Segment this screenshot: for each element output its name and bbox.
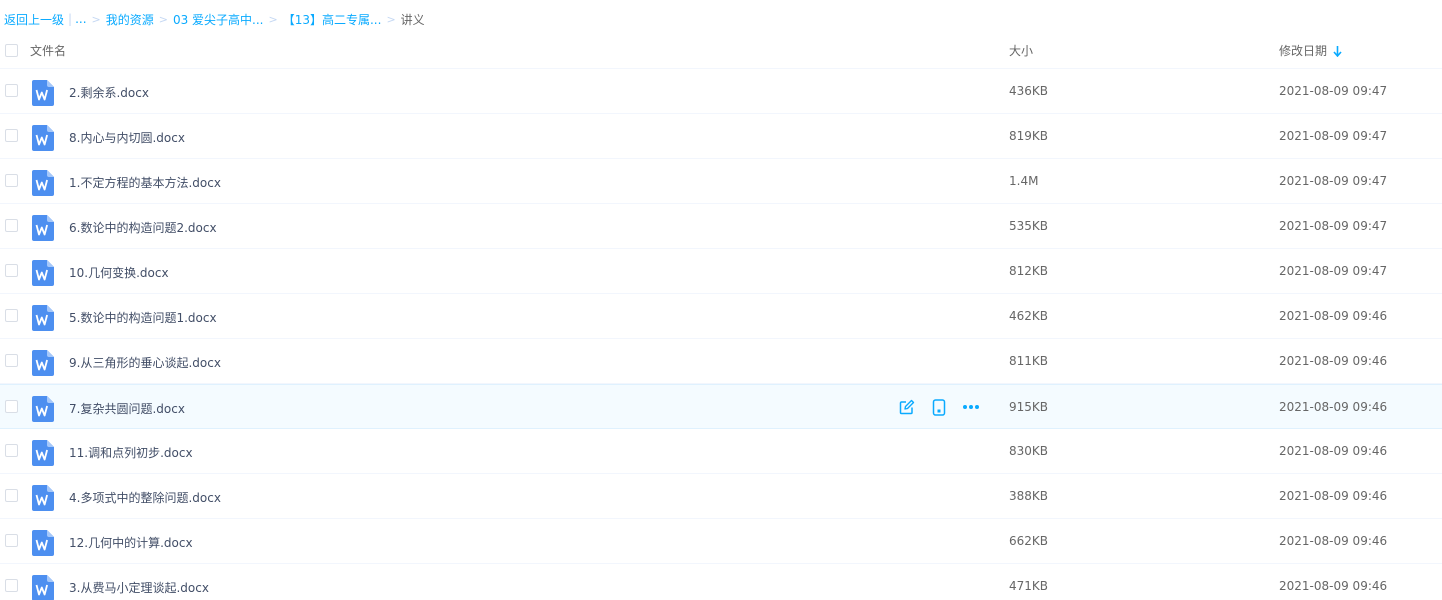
word-doc-icon — [32, 440, 54, 466]
file-name[interactable]: 3.从费马小定理谈起.docx — [69, 579, 209, 596]
file-size: 662KB — [1009, 534, 1049, 548]
row-checkbox[interactable] — [5, 579, 18, 592]
phone-icon[interactable] — [930, 398, 948, 416]
row-checkbox[interactable] — [5, 84, 18, 97]
file-date: 2021-08-09 09:46 — [1279, 534, 1388, 548]
row-checkbox[interactable] — [5, 400, 18, 413]
row-checkbox[interactable] — [5, 264, 18, 277]
file-size: 462KB — [1009, 309, 1049, 323]
arrow-down-icon — [1333, 46, 1342, 60]
file-row[interactable]: 11.调和点列初步.docx 830KB 2021-08-09 09:46 — [0, 429, 1442, 474]
file-name[interactable]: 2.剩余系.docx — [69, 84, 149, 101]
breadcrumb: 返回上一级 | ... > 我的资源 > 03 爱尖子高中... > 【13】高… — [4, 10, 425, 28]
edit-icon[interactable] — [898, 398, 916, 416]
file-name[interactable]: 7.复杂共圆问题.docx — [69, 400, 185, 417]
row-checkbox[interactable] — [5, 309, 18, 322]
row-actions — [898, 398, 980, 416]
file-name[interactable]: 1.不定方程的基本方法.docx — [69, 174, 221, 191]
more-dots-icon[interactable] — [962, 398, 980, 416]
file-size: 811KB — [1009, 354, 1049, 368]
file-size: 915KB — [1009, 400, 1049, 414]
word-doc-icon — [32, 125, 54, 151]
file-size: 535KB — [1009, 219, 1049, 233]
file-date: 2021-08-09 09:47 — [1279, 129, 1388, 143]
file-row[interactable]: 5.数论中的构造问题1.docx 462KB 2021-08-09 09:46 — [0, 294, 1442, 339]
breadcrumb-separator: > — [386, 12, 396, 26]
breadcrumb-ellipsis[interactable]: ... — [75, 12, 86, 26]
file-row[interactable]: 4.多项式中的整除问题.docx 388KB 2021-08-09 09:46 — [0, 474, 1442, 519]
file-name[interactable]: 10.几何变换.docx — [69, 264, 169, 281]
file-row[interactable]: 10.几何变换.docx 812KB 2021-08-09 09:47 — [0, 249, 1442, 294]
word-doc-icon — [32, 170, 54, 196]
breadcrumb-item-my-resources[interactable]: 我的资源 — [106, 11, 154, 28]
file-date: 2021-08-09 09:46 — [1279, 309, 1388, 323]
file-date: 2021-08-09 09:47 — [1279, 219, 1388, 233]
file-date: 2021-08-09 09:46 — [1279, 400, 1388, 414]
file-date: 2021-08-09 09:46 — [1279, 444, 1388, 458]
column-header-size[interactable]: 大小 — [1009, 42, 1033, 59]
breadcrumb-item-folder-03[interactable]: 03 爱尖子高中... — [173, 11, 264, 28]
file-row[interactable]: 2.剩余系.docx 436KB 2021-08-09 09:47 — [0, 69, 1442, 114]
file-name[interactable]: 4.多项式中的整除问题.docx — [69, 489, 221, 506]
file-date: 2021-08-09 09:46 — [1279, 579, 1388, 593]
file-row[interactable]: 12.几何中的计算.docx 662KB 2021-08-09 09:46 — [0, 519, 1442, 564]
row-checkbox[interactable] — [5, 174, 18, 187]
breadcrumb-separator: > — [158, 12, 168, 26]
file-size: 1.4M — [1009, 174, 1039, 188]
file-size: 819KB — [1009, 129, 1049, 143]
row-checkbox[interactable] — [5, 219, 18, 232]
file-date: 2021-08-09 09:46 — [1279, 489, 1388, 503]
word-doc-icon — [32, 485, 54, 511]
file-row[interactable]: 6.数论中的构造问题2.docx 535KB 2021-08-09 09:47 — [0, 204, 1442, 249]
file-row[interactable]: 7.复杂共圆问题.docx 915KB 2021-08-09 09:46 — [0, 384, 1442, 429]
file-row[interactable]: 1.不定方程的基本方法.docx 1.4M 2021-08-09 09:47 — [0, 159, 1442, 204]
row-checkbox[interactable] — [5, 354, 18, 367]
word-doc-icon — [32, 215, 54, 241]
file-name[interactable]: 8.内心与内切圆.docx — [69, 129, 185, 146]
file-size: 388KB — [1009, 489, 1049, 503]
word-doc-icon — [32, 260, 54, 286]
file-row[interactable]: 9.从三角形的垂心谈起.docx 811KB 2021-08-09 09:46 — [0, 339, 1442, 384]
row-checkbox[interactable] — [5, 489, 18, 502]
breadcrumb-divider: | — [68, 12, 73, 26]
breadcrumb-item-folder-13[interactable]: 【13】高二专属... — [283, 11, 382, 28]
word-doc-icon — [32, 575, 54, 600]
file-name[interactable]: 11.调和点列初步.docx — [69, 444, 193, 461]
file-size: 471KB — [1009, 579, 1049, 593]
file-date: 2021-08-09 09:47 — [1279, 84, 1388, 98]
column-header-date[interactable]: 修改日期 — [1279, 42, 1342, 60]
row-checkbox[interactable] — [5, 129, 18, 142]
file-size: 436KB — [1009, 84, 1049, 98]
file-date: 2021-08-09 09:47 — [1279, 264, 1388, 278]
file-list-header: 文件名 大小 修改日期 — [0, 36, 1442, 69]
column-header-name[interactable]: 文件名 — [30, 42, 66, 59]
select-all-checkbox[interactable] — [5, 44, 18, 57]
file-name[interactable]: 6.数论中的构造问题2.docx — [69, 219, 217, 236]
breadcrumb-current: 讲义 — [400, 12, 425, 27]
breadcrumb-separator: > — [268, 12, 278, 26]
file-size: 830KB — [1009, 444, 1049, 458]
word-doc-icon — [32, 530, 54, 556]
row-checkbox[interactable] — [5, 534, 18, 547]
file-name[interactable]: 5.数论中的构造问题1.docx — [69, 309, 217, 326]
word-doc-icon — [32, 80, 54, 106]
file-name[interactable]: 12.几何中的计算.docx — [69, 534, 193, 551]
row-checkbox[interactable] — [5, 444, 18, 457]
back-link[interactable]: 返回上一级 — [4, 11, 64, 28]
column-header-date-label: 修改日期 — [1279, 44, 1328, 58]
file-row[interactable]: 8.内心与内切圆.docx 819KB 2021-08-09 09:47 — [0, 114, 1442, 159]
file-date: 2021-08-09 09:47 — [1279, 174, 1388, 188]
file-row[interactable]: 3.从费马小定理谈起.docx 471KB 2021-08-09 09:46 — [0, 564, 1442, 600]
file-date: 2021-08-09 09:46 — [1279, 354, 1388, 368]
word-doc-icon — [32, 305, 54, 331]
breadcrumb-separator: > — [91, 12, 101, 26]
file-name[interactable]: 9.从三角形的垂心谈起.docx — [69, 354, 221, 371]
word-doc-icon — [32, 396, 54, 422]
file-size: 812KB — [1009, 264, 1049, 278]
word-doc-icon — [32, 350, 54, 376]
